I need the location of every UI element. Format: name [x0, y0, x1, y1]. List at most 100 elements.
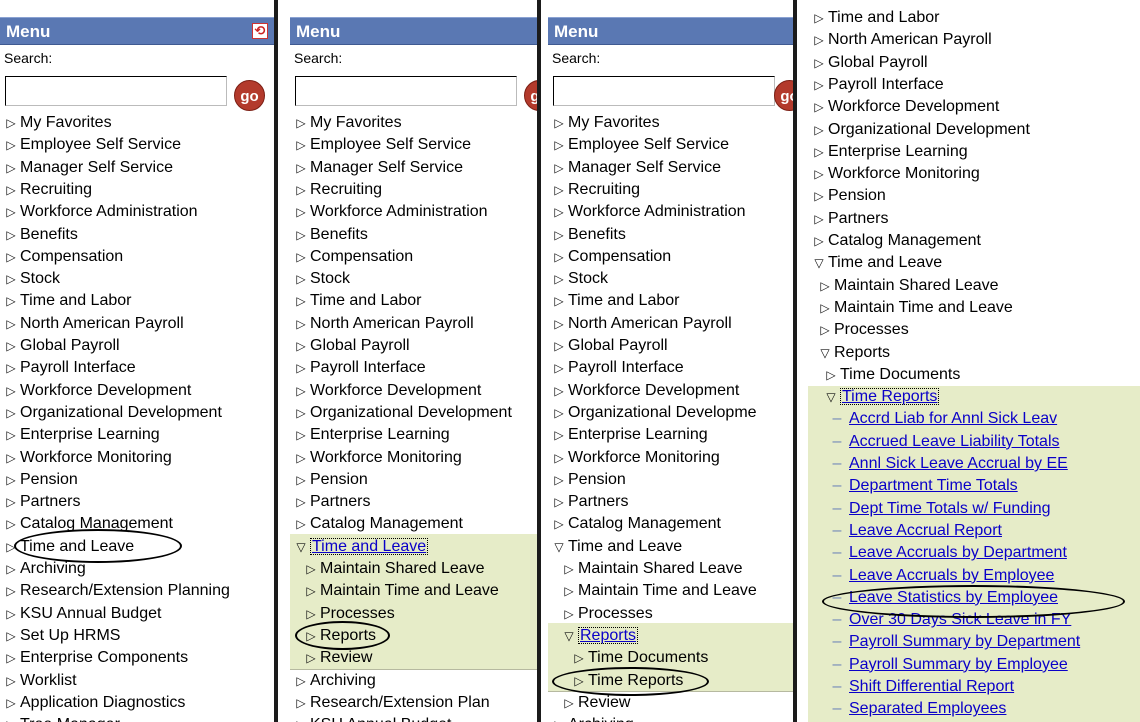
menu-item[interactable]: ▽ Time and Leave — [548, 536, 793, 558]
menu-item[interactable]: ▷ Workforce Administration — [290, 201, 537, 223]
menu-item[interactable]: ▷ Workforce Monitoring — [290, 447, 537, 469]
menu-item[interactable]: – Dept Time Totals w/ Funding — [808, 498, 1140, 520]
menu-item[interactable]: ▽ Time and Leave — [808, 252, 1140, 274]
menu-item[interactable]: ▷ Enterprise Learning — [290, 424, 537, 446]
menu-item[interactable]: ▷ Pension — [290, 469, 537, 491]
menu-item[interactable]: – Accrd Liab for Annl Sick Leav — [808, 408, 1140, 430]
menu-item[interactable]: ▷ North American Payroll — [548, 313, 793, 335]
menu-item[interactable]: ▽ Time and Leave — [290, 536, 537, 558]
menu-item[interactable]: – Shift Differential Report — [808, 676, 1140, 698]
menu-item[interactable]: ▷ Workforce Development — [808, 96, 1140, 118]
menu-item[interactable]: ▷ Payroll Interface — [548, 357, 793, 379]
menu-item[interactable]: ▷ Pension — [808, 185, 1140, 207]
menu-item[interactable]: ▷ Time and Leave — [0, 536, 274, 558]
menu-item[interactable]: ▷KSU Annual Budget — [290, 714, 537, 722]
menu-item[interactable]: ▷ Time and Labor — [290, 290, 537, 312]
menu-item[interactable]: ▷ My Favorites — [290, 112, 537, 134]
menu-item[interactable]: ▷ Maintain Shared Leave — [290, 558, 537, 580]
menu-item[interactable]: ▷ Compensation — [290, 246, 537, 268]
menu-item[interactable]: ▷ North American Payroll — [808, 29, 1140, 51]
search-input[interactable] — [295, 76, 517, 106]
search-input[interactable] — [553, 76, 775, 106]
menu-item[interactable]: ▷ Enterprise Learning — [808, 141, 1140, 163]
menu-item[interactable]: – Accrued Leave Liability Totals — [808, 431, 1140, 453]
menu-item[interactable]: ▷Archiving — [290, 670, 537, 692]
menu-item[interactable]: – Leave Accrual Report — [808, 520, 1140, 542]
menu-item[interactable]: ▷ Benefits — [0, 224, 274, 246]
menu-item[interactable]: – Separated Employees — [808, 698, 1140, 720]
menu-item[interactable]: ▷ Review — [548, 692, 793, 714]
go-button[interactable]: go — [234, 80, 265, 111]
menu-item[interactable]: ▽ Reports — [808, 342, 1140, 364]
menu-item[interactable]: ▷ Time and Labor — [0, 290, 274, 312]
menu-item[interactable]: ▷ Enterprise Components — [0, 647, 274, 669]
menu-item[interactable]: ▷ Manager Self Service — [548, 157, 793, 179]
menu-item[interactable]: ▷ Compensation — [548, 246, 793, 268]
menu-item[interactable]: ▷ Workforce Monitoring — [548, 447, 793, 469]
menu-item[interactable]: – Over 30 Days Sick Leave in FY — [808, 609, 1140, 631]
menu-item[interactable]: ▷ Maintain Time and Leave — [808, 297, 1140, 319]
menu-item[interactable]: ▷Archiving — [548, 714, 793, 722]
menu-item[interactable]: ▷ Enterprise Learning — [548, 424, 793, 446]
menu-item[interactable]: ▷ Partners — [0, 491, 274, 513]
menu-item[interactable]: ▷ Organizational Developme — [548, 402, 793, 424]
menu-item[interactable]: ▷ North American Payroll — [290, 313, 537, 335]
menu-item[interactable]: ▷ Workforce Administration — [0, 201, 274, 223]
menu-item[interactable]: ▽ Reports — [548, 625, 793, 647]
menu-item[interactable]: ▷ Workforce Development — [0, 380, 274, 402]
refresh-icon[interactable]: ⟲ — [252, 23, 268, 39]
menu-item[interactable]: ▷ Maintain Shared Leave — [548, 558, 793, 580]
search-input[interactable] — [5, 76, 227, 106]
menu-item[interactable]: ▷ Recruiting — [0, 179, 274, 201]
menu-item[interactable]: ▷Tree Manager — [0, 714, 274, 722]
menu-item[interactable]: ▷ Recruiting — [548, 179, 793, 201]
menu-item[interactable]: ▷Archiving — [0, 558, 274, 580]
go-button[interactable]: go — [524, 80, 537, 111]
menu-item[interactable]: ▷ Payroll Interface — [0, 357, 274, 379]
menu-item[interactable]: – Payroll Summary by Department — [808, 631, 1140, 653]
menu-item[interactable]: ▷ North American Payroll — [0, 313, 274, 335]
menu-item[interactable]: ▷ Set Up HRMS — [0, 625, 274, 647]
menu-item[interactable]: ▷ Partners — [290, 491, 537, 513]
menu-item[interactable]: – Leave Statistics by Employee — [808, 587, 1140, 609]
menu-item[interactable]: ▷ Processes — [808, 319, 1140, 341]
menu-item[interactable]: ▷ Pension — [0, 469, 274, 491]
menu-item[interactable]: ▷ Workforce Monitoring — [808, 163, 1140, 185]
menu-item[interactable]: ▷ Stock — [290, 268, 537, 290]
menu-item[interactable]: ▷ Time and Labor — [548, 290, 793, 312]
menu-item[interactable]: ▷ Enterprise Learning — [0, 424, 274, 446]
menu-item[interactable]: ▷ Processes — [290, 603, 537, 625]
menu-item[interactable]: ▷ Processes — [548, 603, 793, 625]
menu-item[interactable]: ▷ Catalog Management — [0, 513, 274, 535]
menu-item[interactable]: ▽ Time Reports — [808, 386, 1140, 408]
menu-item[interactable]: ▷ Organizational Development — [0, 402, 274, 424]
menu-item[interactable]: ▷ Workforce Development — [290, 380, 537, 402]
go-button[interactable]: go — [774, 80, 793, 111]
menu-item[interactable]: ▷ Catalog Management — [290, 513, 537, 535]
menu-item[interactable]: ▷ Workforce Administration — [548, 201, 793, 223]
menu-item[interactable]: ▷ Benefits — [548, 224, 793, 246]
menu-item[interactable]: ▷ Partners — [808, 208, 1140, 230]
menu-item[interactable]: ▷ Workforce Development — [548, 380, 793, 402]
menu-item[interactable]: ▷ My Favorites — [0, 112, 274, 134]
menu-item[interactable]: ▷ Employee Self Service — [548, 134, 793, 156]
menu-item[interactable]: ▷ Manager Self Service — [0, 157, 274, 179]
menu-item[interactable]: – Payroll Summary by Employee — [808, 654, 1140, 676]
menu-item[interactable]: ▷ Employee Self Service — [0, 134, 274, 156]
menu-item[interactable]: ▷ My Favorites — [548, 112, 793, 134]
menu-item[interactable]: ▷ Time Documents — [548, 647, 793, 669]
menu-item[interactable]: ▷ Payroll Interface — [808, 74, 1140, 96]
menu-item[interactable]: ▷ Maintain Shared Leave — [808, 275, 1140, 297]
menu-item[interactable]: ▷ Manager Self Service — [290, 157, 537, 179]
menu-item[interactable]: ▷ Partners — [548, 491, 793, 513]
menu-item[interactable]: ▷ Workforce Monitoring — [0, 447, 274, 469]
menu-item[interactable]: ▷ Global Payroll — [548, 335, 793, 357]
menu-item[interactable]: ▷ Research/Extension Plan — [290, 692, 537, 714]
menu-item[interactable]: ▷ Maintain Time and Leave — [548, 580, 793, 602]
menu-item[interactable]: ▷ Research/Extension Planning — [0, 580, 274, 602]
menu-item[interactable]: ▷ Application Diagnostics — [0, 692, 274, 714]
menu-item[interactable]: ▷ Global Payroll — [290, 335, 537, 357]
menu-item[interactable]: ▷ Catalog Management — [548, 513, 793, 535]
menu-item[interactable]: ▷ Organizational Development — [808, 119, 1140, 141]
menu-item[interactable]: ▷ Maintain Time and Leave — [290, 580, 537, 602]
